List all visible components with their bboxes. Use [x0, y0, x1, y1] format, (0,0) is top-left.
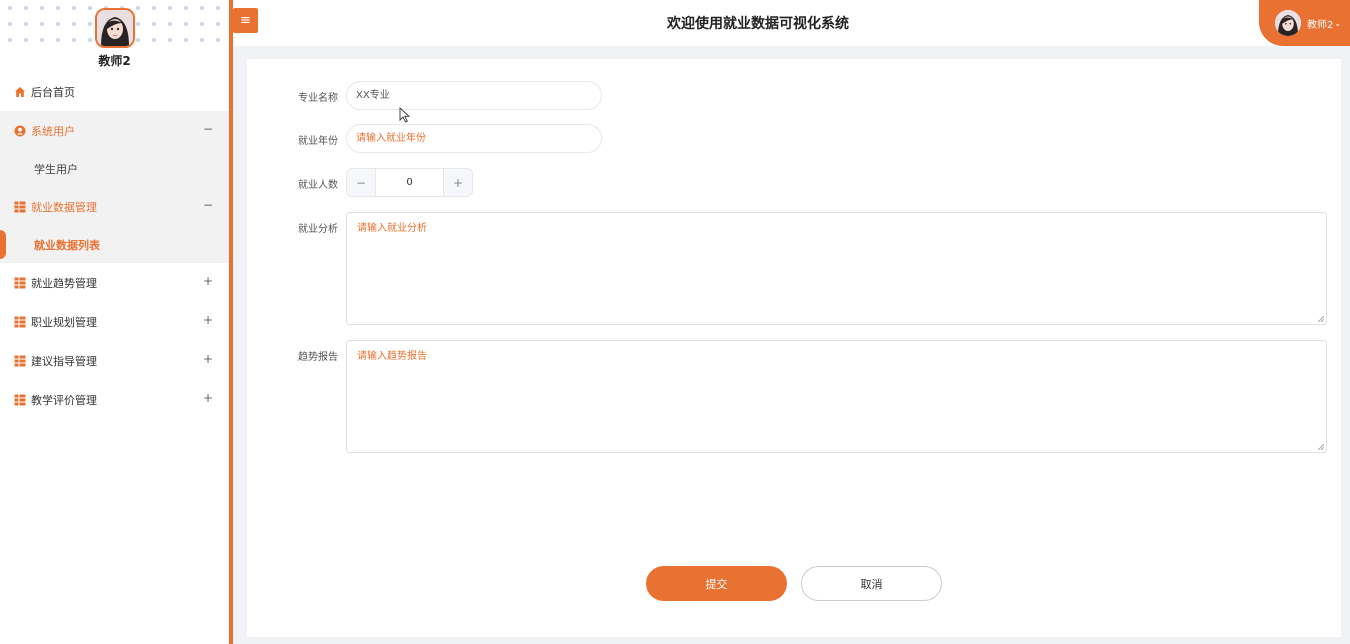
sidebar-item-label: 就业数据列表: [34, 238, 100, 252]
sidebar-item-employment-data-list[interactable]: 就业数据列表: [0, 226, 229, 263]
sidebar-item-label: 就业趋势管理: [31, 276, 97, 290]
user-menu-name: 教师2: [1307, 19, 1334, 31]
analysis-placeholder: 请输入就业分析: [357, 223, 427, 234]
year-input[interactable]: 请输入就业年份: [346, 124, 602, 153]
sidebar-item-career-planning[interactable]: 职业规划管理 +: [0, 302, 229, 341]
sidebar-user: 教师2: [0, 8, 229, 69]
expand-icon[interactable]: +: [203, 274, 213, 288]
avatar-image: [1275, 10, 1301, 36]
grid-icon: [14, 201, 26, 212]
cancel-button[interactable]: 取消: [801, 566, 942, 601]
sidebar-item-guidance[interactable]: 建议指导管理 +: [0, 341, 229, 380]
resize-handle[interactable]: [1318, 444, 1324, 450]
sidebar-item-label: 学生用户: [34, 162, 78, 176]
sidebar-item-label: 就业数据管理: [31, 200, 97, 214]
header: ≡ 欢迎使用就业数据可视化系统 教师2 ⌄: [233, 0, 1350, 46]
decrement-button[interactable]: −: [347, 169, 375, 196]
resize-handle[interactable]: [1318, 316, 1324, 322]
expand-icon[interactable]: +: [203, 313, 213, 327]
avatar[interactable]: [94, 8, 135, 48]
sidebar-user-name: 教师2: [98, 54, 131, 68]
report-label: 趋势报告: [298, 352, 338, 363]
grid-icon: [14, 394, 26, 405]
sidebar-item-label: 建议指导管理: [31, 354, 97, 368]
grid-icon: [14, 355, 26, 366]
count-stepper[interactable]: − 0 +: [346, 168, 473, 197]
sidebar-item-label: 职业规划管理: [31, 315, 97, 329]
page-title: 欢迎使用就业数据可视化系统: [667, 16, 849, 32]
year-label: 就业年份: [298, 136, 338, 147]
user-icon: [14, 125, 26, 136]
count-value[interactable]: 0: [375, 169, 444, 196]
report-textarea[interactable]: 请输入趋势报告: [346, 340, 1327, 453]
home-icon: [15, 86, 25, 97]
active-indicator: [0, 230, 6, 259]
mouse-cursor-icon: [399, 107, 411, 123]
avatar-image: [96, 10, 133, 46]
sidebar-item-label: 教学评价管理: [31, 393, 97, 407]
analysis-textarea[interactable]: 请输入就业分析: [346, 212, 1327, 325]
major-label: 专业名称: [298, 93, 338, 104]
sidebar-divider: [229, 0, 233, 644]
collapse-icon[interactable]: −: [203, 122, 213, 136]
submit-button[interactable]: 提交: [646, 566, 787, 601]
expand-icon[interactable]: +: [203, 352, 213, 366]
user-menu[interactable]: 教师2 ⌄: [1259, 0, 1350, 46]
form-panel: 专业名称 XX专业 就业年份 请输入就业年份 就业人数 − 0 + 就业分析 请…: [247, 59, 1341, 637]
grid-icon: [14, 277, 26, 288]
sidebar-item-employment-trends[interactable]: 就业趋势管理 +: [0, 263, 229, 302]
count-label: 就业人数: [298, 180, 338, 191]
sidebar-item-label: 系统用户: [31, 124, 75, 138]
increment-button[interactable]: +: [444, 169, 472, 196]
sidebar: 教师2 后台首页 系统用户 − 学生用户 就业数据管理 − 就业数据列表 就业趋…: [0, 0, 229, 644]
sidebar-item-employment-data[interactable]: 就业数据管理 −: [0, 187, 229, 226]
collapse-icon[interactable]: −: [203, 198, 213, 212]
sidebar-menu: 后台首页 系统用户 − 学生用户 就业数据管理 − 就业数据列表 就业趋势管理 …: [0, 72, 229, 419]
sidebar-item-system-users[interactable]: 系统用户 −: [0, 111, 229, 150]
grid-icon: [14, 316, 26, 327]
chevron-down-icon: ⌄: [1334, 18, 1342, 28]
sidebar-item-teaching-evaluation[interactable]: 教学评价管理 +: [0, 380, 229, 419]
expand-icon[interactable]: +: [203, 391, 213, 405]
major-input[interactable]: XX专业: [346, 81, 602, 110]
report-placeholder: 请输入趋势报告: [357, 351, 427, 362]
sidebar-item-label: 后台首页: [31, 85, 75, 99]
avatar: [1275, 10, 1301, 36]
sidebar-item-home[interactable]: 后台首页: [0, 72, 229, 111]
sidebar-item-student-users[interactable]: 学生用户: [0, 150, 229, 187]
analysis-label: 就业分析: [298, 224, 338, 235]
